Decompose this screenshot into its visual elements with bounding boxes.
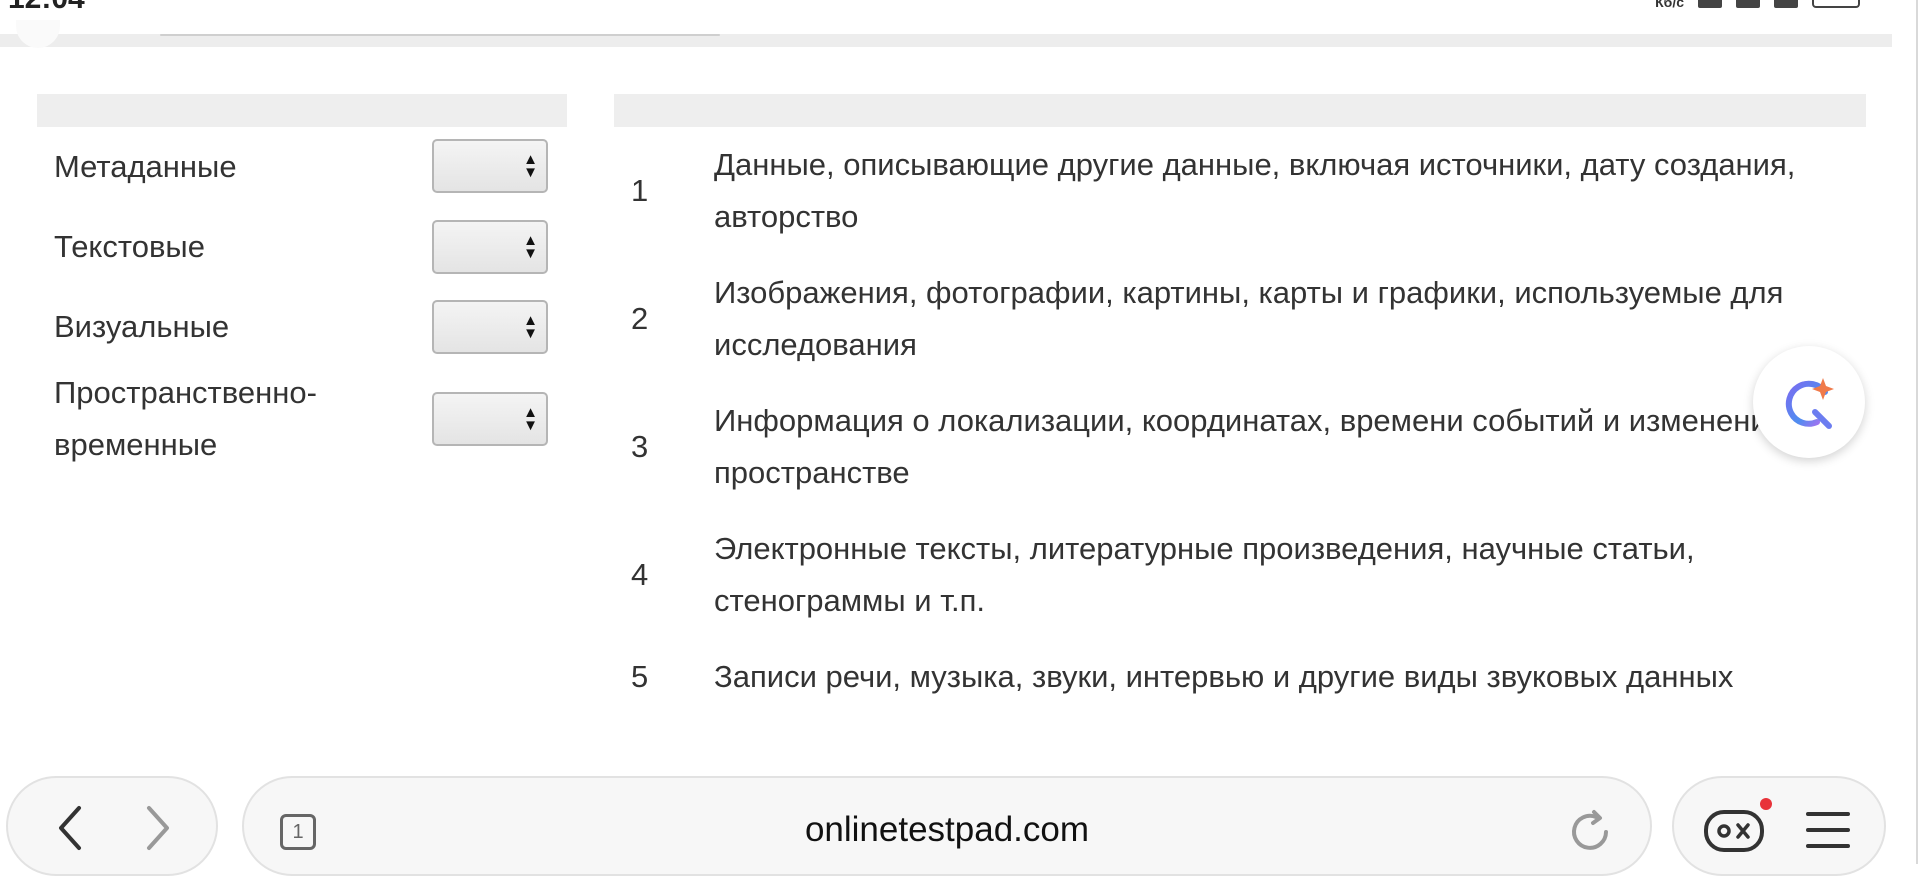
signal-icon — [1736, 0, 1760, 8]
term-select-spatiotemporal[interactable]: ▲ ▼ — [432, 392, 548, 446]
address-bar[interactable]: 1 onlinetestpad.com — [242, 776, 1652, 876]
definition-row: 1 Данные, описывающие другие данные, вкл… — [614, 127, 1866, 255]
hamburger-menu-icon — [1806, 812, 1850, 848]
definition-row: 4 Электронные тексты, литературные произ… — [614, 511, 1866, 639]
select-arrows-icon: ▲ ▼ — [523, 232, 538, 262]
wifi-icon — [1774, 0, 1798, 8]
reload-button[interactable] — [1566, 808, 1614, 856]
term-label: Визуальные — [54, 309, 230, 344]
top-divider — [160, 34, 720, 36]
chevron-right-icon — [147, 806, 169, 850]
url-text: onlinetestpad.com — [804, 810, 1090, 849]
notification-muted-icon — [1698, 0, 1722, 8]
definitions-panel-header — [614, 94, 1866, 127]
ai-assistant-icon — [1785, 378, 1834, 429]
term-label: Пространственно-временные — [54, 375, 317, 462]
select-arrows-icon: ▲ ▼ — [523, 312, 538, 342]
definition-text: Изображения, фотографии, картины, карты … — [714, 275, 1784, 362]
nav-buttons-group — [6, 776, 218, 876]
definition-row: 5 Записи речи, музыка, звуки, интервью и… — [614, 639, 1866, 715]
definition-number: 5 — [631, 659, 649, 694]
definitions-panel: 1 Данные, описывающие другие данные, вкл… — [614, 94, 1866, 715]
term-select-metadata[interactable]: ▲ ▼ — [432, 139, 548, 193]
browser-actions-group — [1672, 776, 1886, 876]
terms-panel: Метаданные ▲ ▼ Текстовые ▲ ▼ Визуальные ▲ ▼… — [37, 94, 567, 471]
battery-icon — [1812, 0, 1860, 8]
menu-button[interactable] — [1804, 808, 1852, 852]
term-select-visual[interactable]: ▲ ▼ — [432, 300, 548, 354]
definition-number: 4 — [631, 557, 649, 592]
definition-text: Записи речи, музыка, звуки, интервью и д… — [714, 659, 1734, 694]
term-select-text[interactable]: ▲ ▼ — [432, 220, 548, 274]
chevron-left-icon — [59, 806, 81, 850]
term-label: Метаданные — [54, 149, 237, 184]
terms-panel-header — [37, 94, 567, 127]
page-top-strip — [0, 20, 1892, 48]
browser-bottom-bar: 1 onlinetestpad.com — [0, 770, 1920, 876]
definition-number: 3 — [631, 429, 649, 464]
definition-text: Электронные тексты, литературные произве… — [714, 531, 1695, 618]
back-button[interactable] — [46, 802, 94, 854]
definition-number: 1 — [631, 173, 649, 208]
ai-assistant-button[interactable] — [1753, 346, 1865, 458]
term-row-metadata: Метаданные ▲ ▼ — [37, 127, 567, 207]
forward-button[interactable] — [134, 802, 182, 854]
definition-row: 3 Информация о локализации, координатах,… — [614, 383, 1866, 511]
network-speed-label: Кб/с — [1655, 0, 1684, 10]
term-row-text: Текстовые ▲ ▼ — [37, 207, 567, 287]
select-arrows-icon: ▲ ▼ — [523, 151, 538, 181]
scroll-edge — [1916, 0, 1918, 864]
definition-number: 2 — [631, 301, 649, 336]
status-icons: Кб/с — [1655, 0, 1860, 10]
status-time: 12:04 — [8, 0, 85, 16]
games-button[interactable] — [1702, 804, 1766, 856]
term-row-spatiotemporal: Пространственно-временные ▲ ▼ — [37, 367, 567, 471]
definition-row: 2 Изображения, фотографии, картины, карт… — [614, 255, 1866, 383]
select-arrows-icon: ▲ ▼ — [523, 404, 538, 434]
definition-text: Данные, описывающие другие данные, включ… — [714, 147, 1796, 234]
avatar — [16, 20, 60, 48]
notification-dot — [1760, 798, 1772, 810]
definition-text: Информация о локализации, координатах, в… — [714, 403, 1826, 490]
term-label: Текстовые — [54, 229, 205, 264]
status-bar: 12:04 Кб/с — [0, 0, 1920, 34]
reload-icon — [1572, 810, 1608, 850]
term-row-visual: Визуальные ▲ ▼ — [37, 287, 567, 367]
gamepad-icon — [1704, 810, 1764, 852]
